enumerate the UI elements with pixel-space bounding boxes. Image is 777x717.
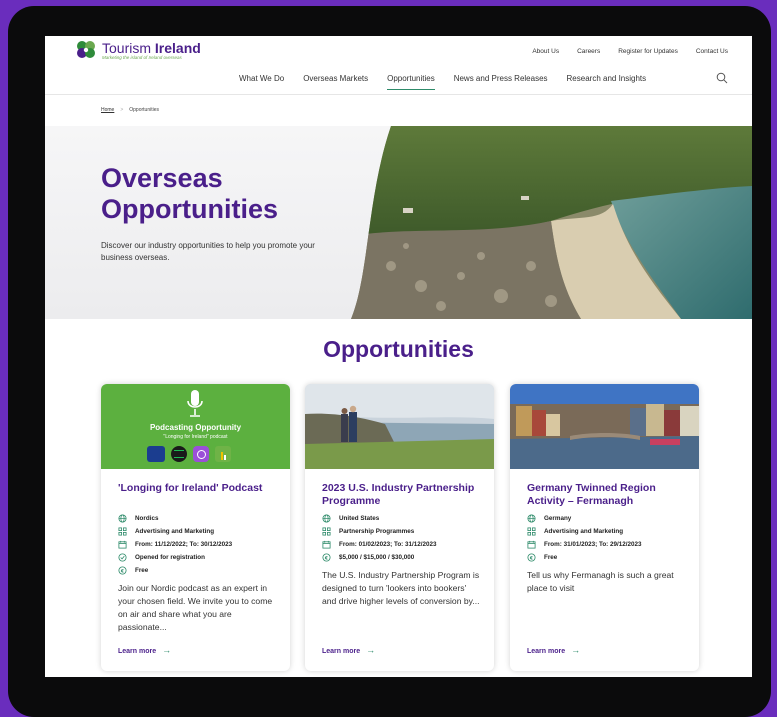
main-nav: What We Do Overseas Markets Opportunitie… xyxy=(239,74,646,90)
card-description: Tell us why Fermanagh is such a great pl… xyxy=(527,570,674,593)
arrow-right-icon: → xyxy=(162,645,172,655)
nav-what-we-do[interactable]: What We Do xyxy=(239,74,284,90)
top-link-contact-us[interactable]: Contact Us xyxy=(696,48,728,55)
google-podcasts-icon xyxy=(215,446,231,462)
grid-icon xyxy=(322,527,331,536)
card-dates: From: 31/01/2023; To: 29/12/2023 xyxy=(544,541,642,548)
device-frame: Tourism Ireland Marketing the island of … xyxy=(8,6,771,717)
opportunity-card[interactable]: Podcasting Opportunity "Longing for Irel… xyxy=(101,384,290,671)
globe-icon xyxy=(527,514,536,523)
brand-name: Tourism Ireland xyxy=(102,40,201,56)
card-market: Nordics xyxy=(135,515,159,522)
breadcrumb-separator: > xyxy=(120,107,124,113)
card-cost: $5,000 / $15,000 / $30,000 xyxy=(339,554,415,561)
card-dates: From: 11/12/2022; To: 30/12/2023 xyxy=(135,541,233,548)
top-link-register[interactable]: Register for Updates xyxy=(618,48,678,55)
grid-icon xyxy=(118,527,127,536)
card-title[interactable]: 2023 U.S. Industry Partnership Programme xyxy=(322,482,487,507)
card-title[interactable]: 'Longing for Ireland' Podcast xyxy=(118,482,283,495)
globe-icon xyxy=(118,514,127,523)
arrow-right-icon: → xyxy=(366,645,376,655)
card-image-town xyxy=(510,384,699,469)
site-header: Tourism Ireland Marketing the island of … xyxy=(45,36,752,95)
nav-overseas-markets[interactable]: Overseas Markets xyxy=(303,74,368,90)
podcast-banner-subtitle: "Longing for Ireland" podcast xyxy=(163,434,228,440)
card-market: Germany xyxy=(544,515,572,522)
section-title: Opportunities xyxy=(323,336,474,362)
top-links: About Us Careers Register for Updates Co… xyxy=(532,48,728,55)
hero-title: Overseas Opportunities xyxy=(101,163,278,224)
apple-podcasts-icon xyxy=(193,446,209,462)
browser-screen: Tourism Ireland Marketing the island of … xyxy=(45,36,752,677)
calendar-icon xyxy=(118,540,127,549)
microphone-icon xyxy=(187,390,203,417)
card-meta: United States Partnership Programmes Fro… xyxy=(322,512,437,564)
breadcrumb: Home > Opportunities xyxy=(101,107,159,113)
check-circle-icon xyxy=(118,553,127,562)
opportunity-card[interactable]: 2023 U.S. Industry Partnership Programme… xyxy=(305,384,494,671)
card-category: Advertising and Marketing xyxy=(135,528,215,535)
breadcrumb-home[interactable]: Home xyxy=(101,107,114,113)
card-dates: From: 01/02/2023; To: 31/12/2023 xyxy=(339,541,437,548)
card-description: Join our Nordic podcast as an expert in … xyxy=(118,583,273,632)
card-category: Advertising and Marketing xyxy=(544,528,624,535)
svg-text:€: € xyxy=(120,568,124,574)
arrow-right-icon: → xyxy=(571,645,581,655)
spotify-icon xyxy=(171,446,187,462)
grid-icon xyxy=(527,527,536,536)
card-cost: Free xyxy=(135,567,149,574)
shamrock-icon xyxy=(77,41,95,58)
podcast-banner-title: Podcasting Opportunity xyxy=(149,423,242,432)
nav-research-insights[interactable]: Research and Insights xyxy=(567,74,647,90)
tourism-ireland-logo[interactable]: Tourism Ireland Marketing the island of … xyxy=(73,40,201,60)
euro-icon: € xyxy=(322,553,331,562)
card-status: Opened for registration xyxy=(135,554,205,561)
calendar-icon xyxy=(527,540,536,549)
svg-text:€: € xyxy=(529,555,533,561)
top-link-about-us[interactable]: About Us xyxy=(532,48,559,55)
card-description: The U.S. Industry Partnership Program is… xyxy=(322,570,480,606)
breadcrumb-current: Opportunities xyxy=(129,107,160,113)
calendar-icon xyxy=(322,540,331,549)
hero-description: Discover our industry opportunities to h… xyxy=(101,241,315,262)
card-image-cliffs xyxy=(305,384,494,469)
globe-icon xyxy=(322,514,331,523)
podcast-banner: Podcasting Opportunity "Longing for Irel… xyxy=(101,384,290,469)
top-link-careers[interactable]: Careers xyxy=(577,48,600,55)
learn-more-link[interactable]: Learn more → xyxy=(527,645,580,655)
euro-icon: € xyxy=(118,566,127,575)
learn-more-link[interactable]: Learn more → xyxy=(118,645,171,655)
opportunity-card[interactable]: Germany Twinned Region Activity – Ferman… xyxy=(510,384,699,671)
euro-icon: € xyxy=(527,553,536,562)
nav-news-press[interactable]: News and Press Releases xyxy=(454,74,548,90)
learn-more-link[interactable]: Learn more → xyxy=(322,645,375,655)
card-cost: Free xyxy=(544,554,558,561)
search-icon[interactable] xyxy=(716,72,728,84)
card-meta: Germany Advertising and Marketing From: … xyxy=(527,512,642,564)
amazon-music-icon xyxy=(147,446,165,462)
nav-opportunities[interactable]: Opportunities xyxy=(387,74,435,90)
card-category: Partnership Programmes xyxy=(339,528,415,535)
card-meta: Nordics Advertising and Marketing From: … xyxy=(118,512,232,577)
hero-image-coastline xyxy=(351,126,752,319)
card-market: United States xyxy=(339,515,380,522)
card-title[interactable]: Germany Twinned Region Activity – Ferman… xyxy=(527,482,692,507)
svg-text:€: € xyxy=(324,555,328,561)
hero-banner: Overseas Opportunities Discover our indu… xyxy=(45,126,752,319)
